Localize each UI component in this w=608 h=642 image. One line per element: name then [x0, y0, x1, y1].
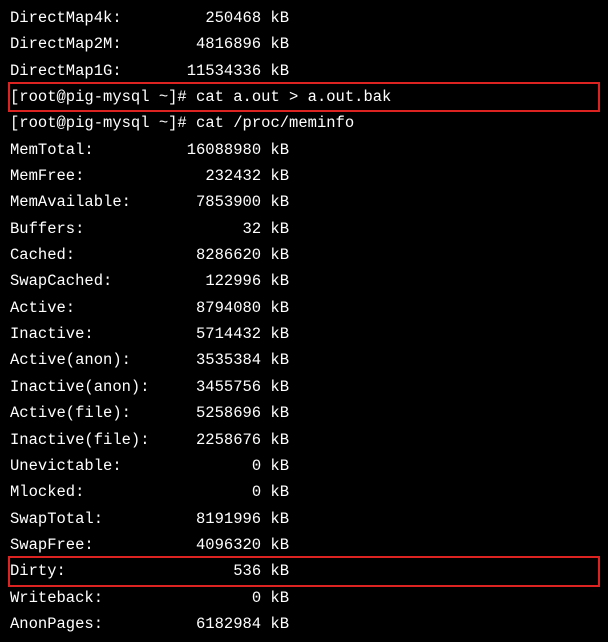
- meminfo-value: 16088980: [177, 137, 261, 163]
- meminfo-value: 0: [177, 453, 261, 479]
- meminfo-unit: kB: [261, 506, 289, 532]
- meminfo-row-highlighted: Dirty:536 kB: [10, 558, 598, 584]
- meminfo-label: Mlocked:: [10, 479, 177, 505]
- meminfo-row: Unevictable:0 kB: [10, 453, 598, 479]
- meminfo-label: Buffers:: [10, 216, 177, 242]
- meminfo-row: Active(file):5258696 kB: [10, 400, 598, 426]
- meminfo-value: 8286620: [177, 242, 261, 268]
- meminfo-label: Inactive(file):: [10, 427, 177, 453]
- meminfo-label: Active(file):: [10, 400, 177, 426]
- meminfo-label: Inactive:: [10, 321, 177, 347]
- meminfo-unit: kB: [261, 532, 289, 558]
- meminfo-unit: kB: [261, 479, 289, 505]
- meminfo-unit: kB: [261, 427, 289, 453]
- meminfo-unit: kB: [261, 347, 289, 373]
- meminfo-value: 0: [177, 479, 261, 505]
- meminfo-label: SwapTotal:: [10, 506, 177, 532]
- meminfo-label: Writeback:: [10, 585, 177, 611]
- meminfo-label: AnonPages:: [10, 611, 177, 637]
- meminfo-row: Inactive(file):2258676 kB: [10, 427, 598, 453]
- meminfo-unit: kB: [261, 558, 289, 584]
- command-line-highlighted: [root@pig-mysql ~]# cat a.out > a.out.ba…: [10, 84, 598, 110]
- meminfo-value: 6182984: [177, 611, 261, 637]
- meminfo-value: 4096320: [177, 532, 261, 558]
- meminfo-row: Active(anon):3535384 kB: [10, 347, 598, 373]
- meminfo-value: 8794080: [177, 295, 261, 321]
- meminfo-value: 11534336: [177, 58, 261, 84]
- meminfo-label: Inactive(anon):: [10, 374, 177, 400]
- meminfo-value: 7853900: [177, 189, 261, 215]
- meminfo-label: Unevictable:: [10, 453, 177, 479]
- meminfo-unit: kB: [261, 374, 289, 400]
- meminfo-unit: kB: [261, 31, 289, 57]
- meminfo-value: 5714432: [177, 321, 261, 347]
- meminfo-value: 0: [177, 585, 261, 611]
- meminfo-value: 250468: [177, 5, 261, 31]
- meminfo-value: 536: [177, 558, 261, 584]
- meminfo-value: 5258696: [177, 400, 261, 426]
- meminfo-unit: kB: [261, 5, 289, 31]
- meminfo-unit: kB: [261, 137, 289, 163]
- meminfo-row: SwapFree:4096320 kB: [10, 532, 598, 558]
- meminfo-unit: kB: [261, 453, 289, 479]
- terminal-output: DirectMap4k:250468 kBDirectMap2M:4816896…: [10, 5, 598, 637]
- meminfo-row: Cached:8286620 kB: [10, 242, 598, 268]
- meminfo-row: Mlocked:0 kB: [10, 479, 598, 505]
- meminfo-row: DirectMap2M:4816896 kB: [10, 31, 598, 57]
- meminfo-unit: kB: [261, 163, 289, 189]
- meminfo-label: MemFree:: [10, 163, 177, 189]
- meminfo-row: Inactive(anon):3455756 kB: [10, 374, 598, 400]
- meminfo-row: DirectMap1G:11534336 kB: [10, 58, 598, 84]
- meminfo-value: 122996: [177, 268, 261, 294]
- meminfo-value: 232432: [177, 163, 261, 189]
- meminfo-label: DirectMap1G:: [10, 58, 177, 84]
- meminfo-value: 2258676: [177, 427, 261, 453]
- meminfo-row: AnonPages:6182984 kB: [10, 611, 598, 637]
- meminfo-value: 32: [177, 216, 261, 242]
- meminfo-row: DirectMap4k:250468 kB: [10, 5, 598, 31]
- meminfo-value: 3455756: [177, 374, 261, 400]
- meminfo-row: SwapTotal:8191996 kB: [10, 506, 598, 532]
- meminfo-row: SwapCached:122996 kB: [10, 268, 598, 294]
- meminfo-unit: kB: [261, 242, 289, 268]
- meminfo-row: Active:8794080 kB: [10, 295, 598, 321]
- meminfo-label: Active:: [10, 295, 177, 321]
- meminfo-unit: kB: [261, 268, 289, 294]
- meminfo-unit: kB: [261, 400, 289, 426]
- meminfo-unit: kB: [261, 295, 289, 321]
- meminfo-label: Dirty:: [10, 558, 177, 584]
- meminfo-row: MemTotal:16088980 kB: [10, 137, 598, 163]
- meminfo-unit: kB: [261, 321, 289, 347]
- meminfo-row: MemFree:232432 kB: [10, 163, 598, 189]
- command-line: [root@pig-mysql ~]# cat /proc/meminfo: [10, 110, 598, 136]
- meminfo-label: DirectMap4k:: [10, 5, 177, 31]
- meminfo-label: SwapCached:: [10, 268, 177, 294]
- meminfo-value: 3535384: [177, 347, 261, 373]
- meminfo-unit: kB: [261, 58, 289, 84]
- meminfo-value: 4816896: [177, 31, 261, 57]
- meminfo-label: MemTotal:: [10, 137, 177, 163]
- meminfo-row: MemAvailable:7853900 kB: [10, 189, 598, 215]
- meminfo-label: SwapFree:: [10, 532, 177, 558]
- meminfo-label: MemAvailable:: [10, 189, 177, 215]
- meminfo-unit: kB: [261, 611, 289, 637]
- meminfo-row: Buffers:32 kB: [10, 216, 598, 242]
- meminfo-value: 8191996: [177, 506, 261, 532]
- meminfo-label: Cached:: [10, 242, 177, 268]
- meminfo-label: Active(anon):: [10, 347, 177, 373]
- meminfo-unit: kB: [261, 585, 289, 611]
- meminfo-row: Inactive:5714432 kB: [10, 321, 598, 347]
- meminfo-unit: kB: [261, 189, 289, 215]
- meminfo-row: Writeback:0 kB: [10, 585, 598, 611]
- meminfo-unit: kB: [261, 216, 289, 242]
- meminfo-label: DirectMap2M:: [10, 31, 177, 57]
